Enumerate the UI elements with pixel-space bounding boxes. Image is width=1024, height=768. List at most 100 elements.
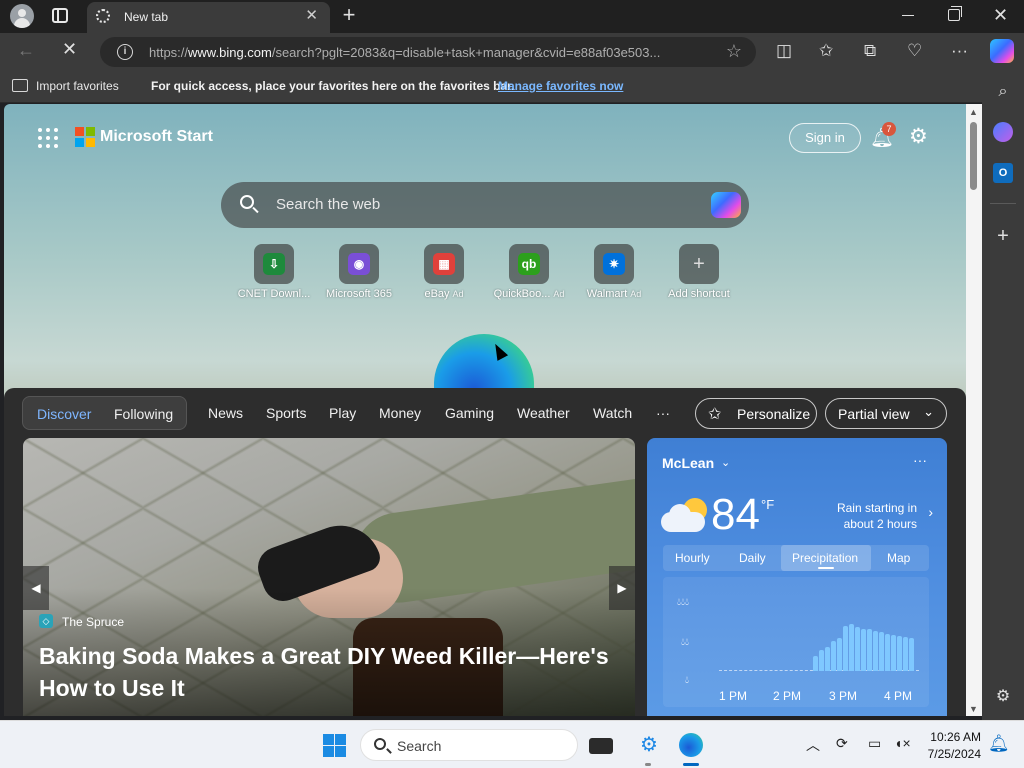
carousel-prev-button[interactable]: ◀ — [23, 566, 49, 610]
shortcut-tile[interactable]: + Add shortcut — [656, 244, 742, 306]
weather-more-icon[interactable]: ··· — [913, 452, 927, 468]
sync-status-icon[interactable]: ⟳ — [836, 735, 848, 752]
tab-actions-icon[interactable] — [52, 8, 68, 23]
tab-new-tab[interactable]: New tab ✕ — [87, 2, 330, 33]
sidebar-settings-gear-icon[interactable]: ⚙ — [993, 687, 1013, 707]
nav-gaming[interactable]: Gaming — [445, 405, 494, 421]
article-source: The Spruce — [62, 615, 125, 629]
search-input[interactable]: Search the web — [276, 196, 380, 213]
import-favorites-link[interactable]: Import favorites — [36, 79, 119, 93]
chevron-right-icon[interactable]: › — [928, 504, 933, 520]
tab-map[interactable]: Map — [887, 551, 910, 565]
taskbar: Search ⚙ ︿ ⟳ ▭ ◖× 10:26 AM 7/25/2024 🔔︎ — [0, 720, 1024, 768]
rain-forecast-note[interactable]: Rain starting in about 2 hours — [825, 500, 917, 532]
taskbar-search-box[interactable]: Search — [360, 729, 578, 761]
file-explorer-icon[interactable] — [589, 738, 613, 754]
nav-weather[interactable]: Weather — [517, 405, 570, 421]
add-favorite-star-icon[interactable]: ☆ — [726, 41, 742, 62]
notification-count-badge: 7 — [882, 122, 896, 136]
info-icon[interactable]: i — [117, 44, 133, 60]
minimize-button[interactable] — [902, 15, 914, 16]
sidebar-outlook-icon[interactable]: O — [993, 163, 1013, 183]
current-temperature: 84 — [711, 490, 760, 539]
back-arrow-icon[interactable]: ← — [17, 40, 35, 61]
manage-favorites-link[interactable]: Manage favorites now — [498, 79, 623, 93]
notification-center-bell-icon[interactable]: 🔔︎ — [988, 734, 1010, 754]
shortcut-tile[interactable]: qb QuickBoo... Ad — [486, 244, 572, 306]
collections-icon[interactable]: ⧉ — [864, 41, 876, 61]
page-scrollbar[interactable]: ▲ ▼ — [966, 104, 982, 716]
network-display-icon[interactable]: ▭ — [868, 735, 881, 752]
volume-muted-icon[interactable]: ◖× — [894, 735, 911, 751]
start-windows-icon[interactable] — [323, 734, 346, 757]
split-screen-icon[interactable]: ◫ — [776, 41, 792, 61]
sidebar-divider — [990, 203, 1016, 204]
address-bar[interactable]: i https://www.bing.com/search?pglt=2083&… — [100, 37, 756, 67]
window-close-button[interactable]: ✕ — [993, 5, 1008, 25]
shortcut-tile[interactable]: ◉ Microsoft 365 — [316, 244, 402, 306]
tab-following[interactable]: Following — [114, 406, 173, 422]
tab-hourly[interactable]: Hourly — [675, 551, 710, 565]
shortcut-tile[interactable]: ▦ eBay Ad — [401, 244, 487, 306]
restore-button[interactable] — [948, 6, 962, 21]
scroll-up-arrow-icon[interactable]: ▲ — [969, 107, 978, 117]
import-folder-icon[interactable] — [12, 79, 28, 92]
nav-more-icon[interactable]: ··· — [656, 405, 670, 421]
shortcut-tile-background: ⇩ — [254, 244, 294, 284]
url-text[interactable]: https://www.bing.com/search?pglt=2083&q=… — [149, 45, 719, 60]
app-launcher-icon[interactable] — [38, 128, 58, 148]
search-icon-handle — [252, 206, 259, 214]
search-copilot-icon[interactable] — [711, 192, 741, 218]
article-headline[interactable]: Baking Soda Makes a Great DIY Weed Kille… — [39, 640, 629, 704]
copilot-icon[interactable] — [990, 39, 1014, 63]
scroll-down-arrow-icon[interactable]: ▼ — [969, 704, 978, 714]
new-tab-button[interactable]: + — [338, 3, 360, 27]
browser-essentials-icon[interactable]: ♡ — [907, 41, 922, 61]
nav-news[interactable]: News — [208, 405, 243, 421]
sidebar-search-icon[interactable]: ⌕ — [993, 82, 1013, 102]
weather-card: McLean ⌄ ··· 84 °F Rain starting in abou… — [647, 438, 947, 716]
active-tab-underline — [818, 567, 834, 569]
shortcut-tile[interactable]: ⇩ CNET Downl... — [231, 244, 317, 306]
page-settings-gear-icon[interactable]: ⚙ — [909, 124, 928, 149]
sidebar-add-icon[interactable]: + — [993, 226, 1013, 246]
weather-location[interactable]: McLean — [662, 455, 714, 471]
nav-play[interactable]: Play — [329, 405, 356, 421]
more-menu-icon[interactable]: ··· — [951, 41, 968, 61]
shortcut-label: CNET Downl... — [231, 288, 317, 300]
stop-loading-icon[interactable]: ✕ — [62, 39, 77, 60]
precip-bar — [825, 647, 830, 671]
news-feed: Discover Following News Sports Play Mone… — [4, 388, 966, 716]
carousel-next-button[interactable]: ▶ — [609, 566, 635, 610]
source-logo-icon: ◇ — [39, 614, 53, 628]
personalize-button[interactable]: ✩ Personalize — [695, 398, 817, 429]
web-search-box[interactable]: Search the web — [221, 182, 749, 228]
profile-avatar-icon[interactable] — [10, 4, 34, 28]
tab-daily[interactable]: Daily — [739, 551, 766, 565]
nav-sports[interactable]: Sports — [266, 405, 306, 421]
close-tab-icon[interactable]: ✕ — [305, 8, 318, 23]
sidebar-copilot-icon[interactable] — [993, 122, 1013, 142]
ebay-icon: ▦ — [433, 253, 455, 275]
shortcut-tile[interactable]: ✷ Walmart Ad — [571, 244, 657, 306]
shortcut-label: Microsoft 365 — [316, 288, 402, 300]
tab-discover[interactable]: Discover — [37, 406, 91, 422]
hero-article-card[interactable]: ◀ ▶ ◇ The Spruce Baking Soda Makes a Gre… — [23, 438, 635, 716]
partial-view-dropdown[interactable]: Partial view ⌄ — [825, 398, 947, 429]
nav-money[interactable]: Money — [379, 405, 421, 421]
scroll-thumb[interactable] — [970, 122, 977, 190]
time-label: 1 PM — [719, 689, 748, 703]
tab-precipitation[interactable]: Precipitation — [792, 551, 858, 565]
temperature-unit[interactable]: °F — [761, 497, 774, 512]
clock-date[interactable]: 7/25/2024 — [923, 747, 981, 761]
edge-taskbar-icon[interactable] — [679, 733, 703, 757]
nav-watch[interactable]: Watch — [593, 405, 632, 421]
favorites-icon[interactable]: ✩ — [819, 41, 833, 61]
clock-time[interactable]: 10:26 AM — [927, 730, 981, 744]
teams-icon[interactable]: ⚙ — [637, 733, 661, 757]
shortcut-tile-background: qb — [509, 244, 549, 284]
sign-in-button[interactable]: Sign in — [789, 123, 861, 153]
location-chevron-down-icon[interactable]: ⌄ — [721, 456, 730, 469]
walmart-icon: ✷ — [603, 253, 625, 275]
show-hidden-icons-chevron-icon[interactable]: ︿ — [806, 735, 820, 755]
